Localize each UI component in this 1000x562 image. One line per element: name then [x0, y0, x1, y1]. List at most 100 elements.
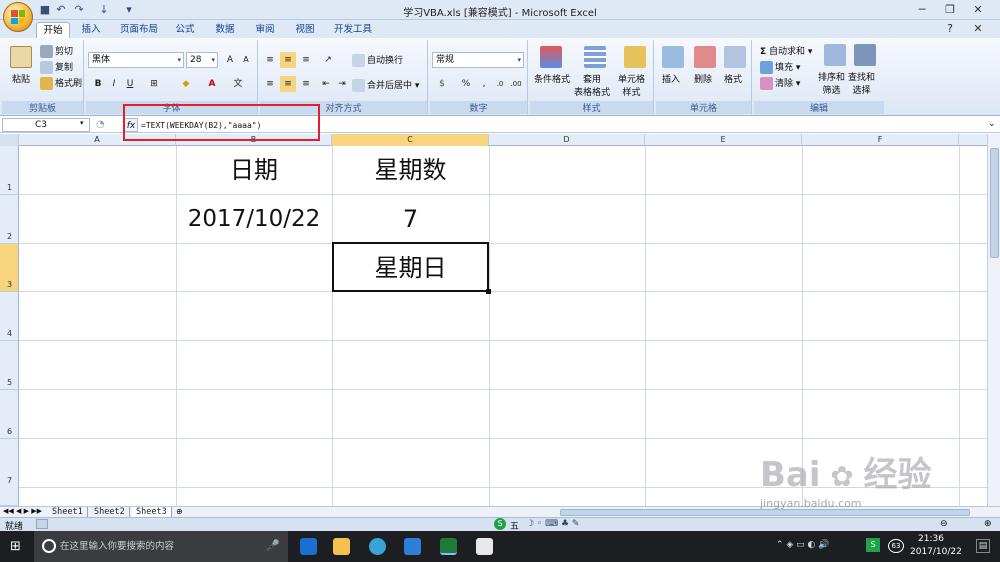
cell-b2[interactable]: 2017/10/22: [176, 195, 332, 244]
app-icon[interactable]: [476, 538, 493, 555]
windows-start-icon[interactable]: ⊞: [10, 539, 21, 554]
column-header-f[interactable]: F: [802, 134, 959, 146]
formula-bar-handle-icon[interactable]: ◔: [96, 119, 105, 130]
row-header-4[interactable]: 4: [0, 292, 19, 341]
decrease-decimal-icon[interactable]: .00: [508, 76, 524, 92]
ime-tray-icon[interactable]: S: [866, 538, 880, 552]
cell-b1[interactable]: 日期: [176, 146, 332, 195]
cell-style-button[interactable]: 单元格 样式: [618, 72, 645, 98]
vertical-scrollbar[interactable]: [987, 134, 1000, 506]
wrap-text-button[interactable]: 自动换行: [352, 53, 403, 67]
ime-toolbar-icon[interactable]: ☽ ◦ ⌨ ♣ ✎: [526, 519, 579, 529]
tab-page-layout[interactable]: 页面布局: [114, 22, 164, 38]
comma-button[interactable]: ,: [476, 76, 492, 92]
sheet-nav-icon[interactable]: ◀◀ ◀ ▶ ▶▶: [3, 507, 42, 515]
row-header-5[interactable]: 5: [0, 341, 19, 390]
row-header-6[interactable]: 6: [0, 390, 19, 439]
tab-review[interactable]: 审阅: [248, 22, 282, 38]
decrease-indent-icon[interactable]: ⇤: [318, 76, 334, 92]
fill-button[interactable]: 填充 ▾: [760, 60, 800, 74]
border-icon[interactable]: ⊞: [146, 76, 162, 92]
browser-icon[interactable]: [369, 538, 386, 555]
delete-cells-button[interactable]: 删除: [694, 72, 712, 85]
cell-c2[interactable]: 7: [332, 195, 489, 244]
table-format-icon[interactable]: [584, 46, 606, 68]
fill-handle[interactable]: [486, 289, 491, 294]
phonetic-icon[interactable]: 文: [230, 76, 246, 92]
row-header-2[interactable]: 2: [0, 195, 19, 244]
system-tray-icons[interactable]: ⌃ ◈ ▭ ◐ 🔊: [776, 540, 829, 550]
increase-decimal-icon[interactable]: .0: [492, 76, 508, 92]
sort-filter-button[interactable]: 排序和 筛选: [818, 70, 845, 96]
insert-sheet-icon[interactable]: ⊕: [176, 507, 183, 516]
format-cells-button[interactable]: 格式: [724, 72, 742, 85]
file-explorer-icon[interactable]: [333, 538, 350, 555]
paste-icon[interactable]: [10, 46, 32, 68]
insert-cells-button[interactable]: 插入: [662, 72, 680, 85]
align-bottom-icon[interactable]: ≡: [298, 52, 314, 68]
notifications-icon[interactable]: ▤: [976, 539, 990, 553]
binoculars-icon[interactable]: [854, 44, 876, 66]
clock-time[interactable]: 21:36: [918, 534, 944, 544]
tab-formulas[interactable]: 公式: [168, 22, 202, 38]
font-color-icon[interactable]: A: [204, 76, 220, 92]
close-icon[interactable]: ✕: [964, 2, 992, 18]
underline-button[interactable]: U: [122, 76, 138, 92]
tab-developer[interactable]: 开发工具: [328, 22, 378, 38]
copy-button[interactable]: 复制: [40, 60, 73, 74]
help-icon[interactable]: ?: [936, 21, 964, 37]
tab-data[interactable]: 数据: [208, 22, 242, 38]
name-box-dropdown-icon[interactable]: ▾: [80, 119, 84, 127]
merge-center-button[interactable]: 合并后居中 ▾: [352, 78, 419, 92]
cut-button[interactable]: 剪切: [40, 44, 73, 58]
align-middle-icon[interactable]: ≡: [280, 52, 296, 68]
cell-style-icon[interactable]: [624, 46, 646, 68]
ribbon-close-icon[interactable]: ✕: [964, 21, 992, 37]
expand-formula-icon[interactable]: ⌄: [988, 119, 996, 129]
insert-cells-icon[interactable]: [662, 46, 684, 68]
font-name-select[interactable]: 黑体 ▾: [88, 52, 184, 68]
edge-browser-icon[interactable]: [300, 538, 317, 555]
fill-color-icon[interactable]: ◆: [178, 76, 194, 92]
macro-record-icon[interactable]: [36, 519, 48, 529]
scroll-thumb[interactable]: [990, 148, 999, 258]
row-header-7[interactable]: 7: [0, 439, 19, 506]
shrink-font-icon[interactable]: A: [238, 52, 254, 68]
percent-button[interactable]: %: [458, 76, 474, 92]
increase-indent-icon[interactable]: ⇥: [334, 76, 350, 92]
align-top-icon[interactable]: ≡: [262, 52, 278, 68]
office-button[interactable]: [3, 2, 33, 32]
sort-filter-icon[interactable]: [824, 44, 846, 66]
column-header-e[interactable]: E: [645, 134, 802, 146]
format-cells-icon[interactable]: [724, 46, 746, 68]
tab-view[interactable]: 视图: [288, 22, 322, 38]
row-header-3[interactable]: 3: [0, 244, 19, 292]
align-left-icon[interactable]: ≡: [262, 76, 278, 92]
clock-date[interactable]: 2017/10/22: [910, 547, 962, 557]
cell-c3-active[interactable]: 星期日: [332, 242, 489, 292]
number-format-select[interactable]: 常规 ▾: [432, 52, 524, 68]
tab-home[interactable]: 开始: [36, 22, 70, 38]
table-format-button[interactable]: 套用 表格格式: [574, 72, 610, 98]
find-select-button[interactable]: 查找和 选择: [848, 70, 875, 96]
column-header-c[interactable]: C: [332, 134, 489, 146]
tab-insert[interactable]: 插入: [74, 22, 108, 38]
italic-button[interactable]: I: [106, 76, 122, 92]
row-header-1[interactable]: 1: [0, 146, 19, 195]
autosum-button[interactable]: Σ 自动求和 ▾: [760, 44, 812, 57]
app-icon[interactable]: [404, 538, 421, 555]
tray-badge[interactable]: 63: [888, 539, 904, 553]
delete-cells-icon[interactable]: [694, 46, 716, 68]
ime-logo-icon[interactable]: S: [494, 518, 506, 530]
clear-button[interactable]: 清除 ▾: [760, 76, 800, 90]
restore-icon[interactable]: ❐: [936, 2, 964, 18]
orientation-icon[interactable]: ↗: [320, 52, 336, 68]
minimize-icon[interactable]: ─: [908, 2, 936, 18]
conditional-format-button[interactable]: 条件格式: [534, 72, 570, 85]
taskbar-search-box[interactable]: 在这里输入你要搜索的内容: [34, 531, 288, 562]
align-center-icon[interactable]: ≡: [280, 76, 296, 92]
excel-taskbar-icon[interactable]: [440, 538, 457, 555]
cell-c1[interactable]: 星期数: [332, 146, 489, 195]
column-header-d[interactable]: D: [489, 134, 645, 146]
microphone-icon[interactable]: 🎤: [266, 539, 280, 552]
